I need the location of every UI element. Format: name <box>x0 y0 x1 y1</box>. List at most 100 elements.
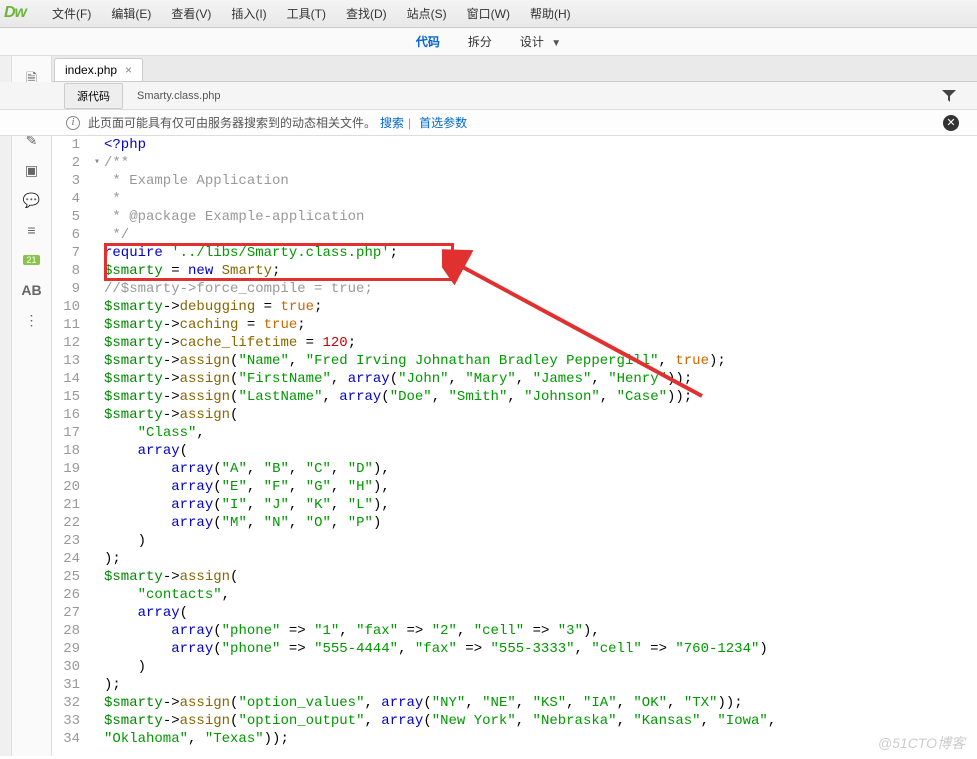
code-content[interactable]: ) <box>104 658 977 676</box>
code-content[interactable]: array("I", "J", "K", "L"), <box>104 496 977 514</box>
view-code[interactable]: 代码 <box>402 29 454 54</box>
code-content[interactable]: array("M", "N", "O", "P") <box>104 514 977 532</box>
menu-file[interactable]: 文件(F) <box>42 1 101 26</box>
code-content[interactable]: * <box>104 190 977 208</box>
code-content[interactable]: * @package Example-application <box>104 208 977 226</box>
code-line[interactable]: 21 array("I", "J", "K", "L"), <box>52 496 977 514</box>
view-split[interactable]: 拆分 <box>454 29 506 54</box>
code-line[interactable]: 27 array( <box>52 604 977 622</box>
infobar-close-icon[interactable]: ✕ <box>943 115 959 131</box>
code-line[interactable]: 12$smarty->cache_lifetime = 120; <box>52 334 977 352</box>
tool-db-icon[interactable]: ≡ <box>20 218 44 242</box>
code-content[interactable]: $smarty->assign( <box>104 406 977 424</box>
menu-site[interactable]: 站点(S) <box>397 1 457 26</box>
code-content[interactable]: $smarty->debugging = true; <box>104 298 977 316</box>
code-content[interactable]: $smarty->assign( <box>104 568 977 586</box>
code-line[interactable]: 29 array("phone" => "555-4444", "fax" =>… <box>52 640 977 658</box>
code-line[interactable]: 16$smarty->assign( <box>52 406 977 424</box>
code-line[interactable]: 7require '../libs/Smarty.class.php'; <box>52 244 977 262</box>
code-content[interactable]: <?php <box>104 136 977 154</box>
code-line[interactable]: 5 * @package Example-application <box>52 208 977 226</box>
code-line[interactable]: 11$smarty->caching = true; <box>52 316 977 334</box>
code-content[interactable]: $smarty->assign("Name", "Fred Irving Joh… <box>104 352 977 370</box>
fold-toggle[interactable]: ▾ <box>90 154 104 172</box>
code-line[interactable]: 30 ) <box>52 658 977 676</box>
tool-more-icon[interactable]: ⋮ <box>20 308 44 332</box>
filter-icon[interactable] <box>941 88 957 107</box>
code-content[interactable]: ); <box>104 550 977 568</box>
code-line[interactable]: 4 * <box>52 190 977 208</box>
code-line[interactable]: 31); <box>52 676 977 694</box>
code-content[interactable]: $smarty->assign("LastName", array("Doe",… <box>104 388 977 406</box>
code-line[interactable]: 25$smarty->assign( <box>52 568 977 586</box>
code-line[interactable]: 22 array("M", "N", "O", "P") <box>52 514 977 532</box>
code-line[interactable]: 14$smarty->assign("FirstName", array("Jo… <box>52 370 977 388</box>
menu-find[interactable]: 查找(D) <box>336 1 397 26</box>
fold-toggle <box>90 352 104 370</box>
code-line[interactable]: 24); <box>52 550 977 568</box>
code-content[interactable]: $smarty->assign("option_output", array("… <box>104 712 977 730</box>
menu-window[interactable]: 窗口(W) <box>457 1 520 26</box>
code-content[interactable]: ) <box>104 532 977 550</box>
tool-image-icon[interactable]: ▣ <box>20 158 44 182</box>
infobar-search-link[interactable]: 搜索 <box>380 114 404 131</box>
code-line[interactable]: 32$smarty->assign("option_values", array… <box>52 694 977 712</box>
code-line[interactable]: 15$smarty->assign("LastName", array("Doe… <box>52 388 977 406</box>
code-line[interactable]: 9//$smarty->force_compile = true; <box>52 280 977 298</box>
code-line[interactable]: 1<?php <box>52 136 977 154</box>
code-content[interactable]: $smarty->assign("option_values", array("… <box>104 694 977 712</box>
code-line[interactable]: 10$smarty->debugging = true; <box>52 298 977 316</box>
code-line[interactable]: 23 ) <box>52 532 977 550</box>
code-line[interactable]: 3 * Example Application <box>52 172 977 190</box>
code-line[interactable]: 18 array( <box>52 442 977 460</box>
line-number: 8 <box>52 262 90 280</box>
tool-badge-icon[interactable]: 21 <box>20 248 44 272</box>
code-content[interactable]: */ <box>104 226 977 244</box>
code-content[interactable]: "Oklahoma", "Texas")); <box>104 730 977 748</box>
app-logo: Dw <box>4 4 34 24</box>
line-number: 2 <box>52 154 90 172</box>
code-line[interactable]: 26 "contacts", <box>52 586 977 604</box>
menu-edit[interactable]: 编辑(E) <box>101 1 161 26</box>
infobar-prefs-link[interactable]: 首选参数 <box>419 114 467 131</box>
code-content[interactable]: $smarty = new Smarty; <box>104 262 977 280</box>
code-content[interactable]: * Example Application <box>104 172 977 190</box>
menu-view[interactable]: 查看(V) <box>161 1 221 26</box>
menu-insert[interactable]: 插入(I) <box>221 1 276 26</box>
code-line[interactable]: 28 array("phone" => "1", "fax" => "2", "… <box>52 622 977 640</box>
code-content[interactable]: array("A", "B", "C", "D"), <box>104 460 977 478</box>
code-content[interactable]: array( <box>104 442 977 460</box>
code-line[interactable]: 6 */ <box>52 226 977 244</box>
close-icon[interactable]: × <box>125 63 132 77</box>
related-file-tab[interactable]: Smarty.class.php <box>125 86 233 106</box>
code-line[interactable]: 13$smarty->assign("Name", "Fred Irving J… <box>52 352 977 370</box>
code-content[interactable]: //$smarty->force_compile = true; <box>104 280 977 298</box>
file-tab-index[interactable]: index.php × <box>54 58 143 81</box>
code-line[interactable]: 2▾/** <box>52 154 977 172</box>
tool-chat-icon[interactable]: 💬 <box>20 188 44 212</box>
code-content[interactable]: "Class", <box>104 424 977 442</box>
code-content[interactable]: array("phone" => "555-4444", "fax" => "5… <box>104 640 977 658</box>
code-content[interactable]: $smarty->assign("FirstName", array("John… <box>104 370 977 388</box>
code-content[interactable]: array( <box>104 604 977 622</box>
code-content[interactable]: "contacts", <box>104 586 977 604</box>
code-line[interactable]: 19 array("A", "B", "C", "D"), <box>52 460 977 478</box>
code-line[interactable]: 34"Oklahoma", "Texas")); <box>52 730 977 748</box>
source-tab[interactable]: 源代码 <box>64 83 123 109</box>
code-line[interactable]: 17 "Class", <box>52 424 977 442</box>
code-line[interactable]: 8 $smarty = new Smarty; <box>52 262 977 280</box>
view-design[interactable]: 设计 ▼ <box>506 29 575 54</box>
code-content[interactable]: array("phone" => "1", "fax" => "2", "cel… <box>104 622 977 640</box>
menu-tools[interactable]: 工具(T) <box>277 1 336 26</box>
code-content[interactable]: /** <box>104 154 977 172</box>
menu-help[interactable]: 帮助(H) <box>520 1 581 26</box>
code-editor[interactable]: 1<?php2▾/**3 * Example Application4 *5 *… <box>52 136 977 759</box>
code-content[interactable]: array("E", "F", "G", "H"), <box>104 478 977 496</box>
code-content[interactable]: require '../libs/Smarty.class.php'; <box>104 244 977 262</box>
code-content[interactable]: ); <box>104 676 977 694</box>
code-line[interactable]: 33$smarty->assign("option_output", array… <box>52 712 977 730</box>
code-line[interactable]: 20 array("E", "F", "G", "H"), <box>52 478 977 496</box>
code-content[interactable]: $smarty->caching = true; <box>104 316 977 334</box>
tool-text-icon[interactable]: AB <box>20 278 44 302</box>
code-content[interactable]: $smarty->cache_lifetime = 120; <box>104 334 977 352</box>
